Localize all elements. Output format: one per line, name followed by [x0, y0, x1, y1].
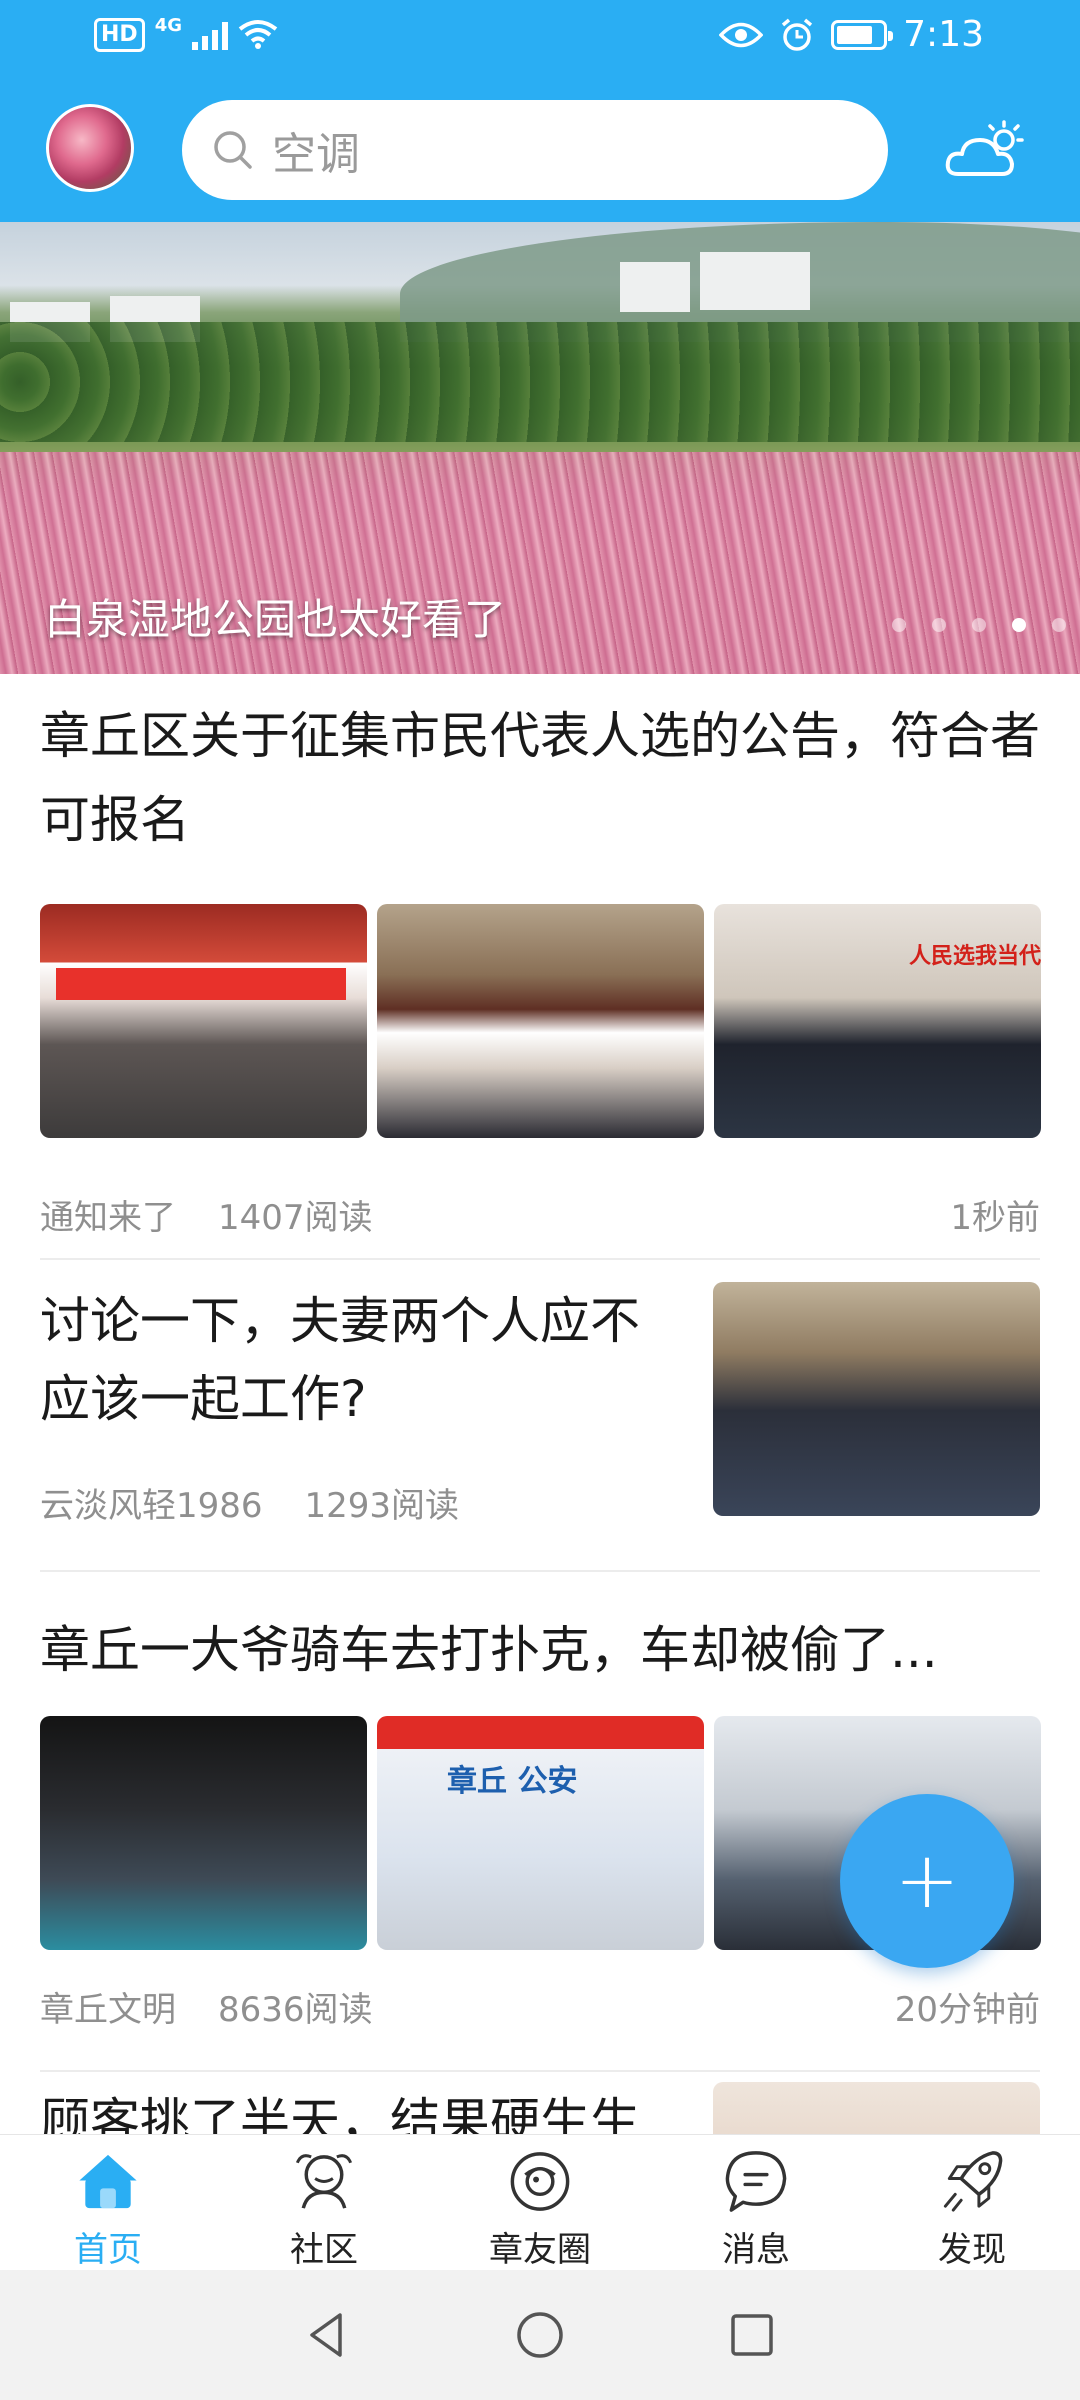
thumbnail-image[interactable]	[713, 2082, 1040, 2134]
back-icon[interactable]	[300, 2307, 356, 2363]
card-title[interactable]: 讨论一下，夫妻两个人应不应该一起工作?	[40, 1282, 680, 1438]
card-meta: 章丘文明 8636阅读 20分钟前	[40, 1982, 1040, 2031]
nav-item-home[interactable]: 首页	[0, 2135, 216, 2271]
feed-card[interactable]: 讨论一下，夫妻两个人应不应该一起工作? 云淡风轻1986 1293阅读	[40, 1282, 1040, 1526]
plus-icon: +	[894, 1836, 960, 1926]
avatar[interactable]	[46, 104, 134, 192]
card-reads: 1293阅读	[304, 1486, 460, 1526]
circle-icon	[510, 2152, 570, 2211]
signal-icon	[192, 20, 228, 50]
thumbnail-image[interactable]	[377, 904, 704, 1138]
carousel-dot[interactable]	[932, 618, 946, 632]
weather-icon[interactable]	[944, 118, 1026, 188]
card-title[interactable]: 顾客挑了半天，结果硬生生	[40, 2080, 680, 2134]
system-nav-bar	[0, 2270, 1080, 2400]
card-meta: 云淡风轻1986 1293阅读	[40, 1478, 680, 1527]
status-right: 7:13	[719, 14, 984, 55]
community-icon	[295, 2154, 353, 2209]
divider	[40, 1258, 1040, 1260]
clock: 7:13	[903, 14, 984, 55]
banner-carousel[interactable]: 白泉湿地公园也太好看了	[0, 222, 1080, 674]
add-post-button[interactable]: +	[840, 1794, 1014, 1968]
card-thumbnails	[40, 904, 1041, 1138]
app-screen: HD 4G 7:13 空调 白泉湿地公园也太好看了 章丘区关于征集市民代表人选的…	[0, 0, 1080, 2400]
hd-badge: HD	[94, 18, 145, 52]
card-title[interactable]: 章丘区关于征集市民代表人选的公告，符合者可报名	[40, 694, 1040, 862]
thumbnail-image[interactable]	[714, 904, 1041, 1138]
banner-trees	[0, 322, 1080, 442]
wifi-icon	[238, 20, 278, 49]
nav-label: 社区	[290, 2230, 358, 2270]
thumbnail-image[interactable]	[40, 904, 367, 1138]
carousel-dot-active[interactable]	[1012, 618, 1026, 632]
nav-item-community[interactable]: 社区	[216, 2135, 432, 2271]
recents-icon[interactable]	[724, 2307, 780, 2363]
card-reads: 1407阅读	[218, 1198, 373, 1238]
battery-icon	[831, 19, 894, 50]
eye-icon	[719, 22, 764, 47]
nav-label: 发现	[938, 2230, 1006, 2270]
search-placeholder: 空调	[272, 129, 360, 180]
carousel-dots	[892, 618, 1066, 632]
feed-card[interactable]: 章丘区关于征集市民代表人选的公告，符合者可报名 通知来了 1407阅读 1秒前	[40, 694, 1041, 1238]
nav-label: 章友圈	[489, 2230, 591, 2270]
nav-label: 消息	[722, 2230, 790, 2270]
card-time: 1秒前	[950, 1198, 1040, 1238]
banner-building	[700, 252, 810, 310]
card-source[interactable]: 云淡风轻1986	[40, 1478, 263, 1527]
thumbnail-image[interactable]	[377, 1716, 704, 1950]
card-source[interactable]: 通知来了	[40, 1190, 176, 1239]
home-circle-icon[interactable]	[512, 2307, 568, 2363]
divider	[40, 1570, 1040, 1572]
feed-card[interactable]: 顾客挑了半天，结果硬生生	[40, 2080, 1040, 2134]
card-reads: 8636阅读	[218, 1990, 373, 2030]
nav-item-circle[interactable]: 章友圈	[432, 2135, 648, 2271]
carousel-dot[interactable]	[972, 618, 986, 632]
network-type: 4G	[154, 14, 182, 36]
status-left: HD 4G	[94, 14, 278, 52]
nav-label: 首页	[74, 2230, 142, 2270]
carousel-dot[interactable]	[892, 618, 906, 632]
card-meta: 通知来了 1407阅读 1秒前	[40, 1190, 1040, 1239]
thumbnail-image[interactable]	[40, 1716, 367, 1950]
card-source[interactable]: 章丘文明	[40, 1982, 176, 2031]
alarm-icon	[782, 18, 813, 51]
message-icon	[725, 2151, 787, 2212]
nav-item-discover[interactable]: 发现	[864, 2135, 1080, 2271]
rocket-icon	[943, 2151, 1003, 2212]
card-title[interactable]: 章丘一大爷骑车去打扑克，车却被偷了...	[40, 1618, 1040, 1682]
banner-building	[620, 262, 690, 312]
divider	[40, 2070, 1040, 2072]
search-input[interactable]: 空调	[182, 100, 888, 200]
search-icon	[214, 131, 252, 169]
nav-item-messages[interactable]: 消息	[648, 2135, 864, 2271]
home-icon	[79, 2154, 137, 2209]
top-header: HD 4G 7:13 空调	[0, 0, 1080, 222]
thumbnail-image[interactable]	[713, 1282, 1040, 1516]
carousel-dot[interactable]	[1052, 618, 1066, 632]
bottom-nav: 首页 社区 章友圈 消息 发现	[0, 2134, 1080, 2270]
status-bar: HD 4G 7:13	[0, 0, 1080, 80]
card-time: 20分钟前	[894, 1990, 1040, 2030]
banner-caption: 白泉湿地公园也太好看了	[44, 595, 507, 644]
